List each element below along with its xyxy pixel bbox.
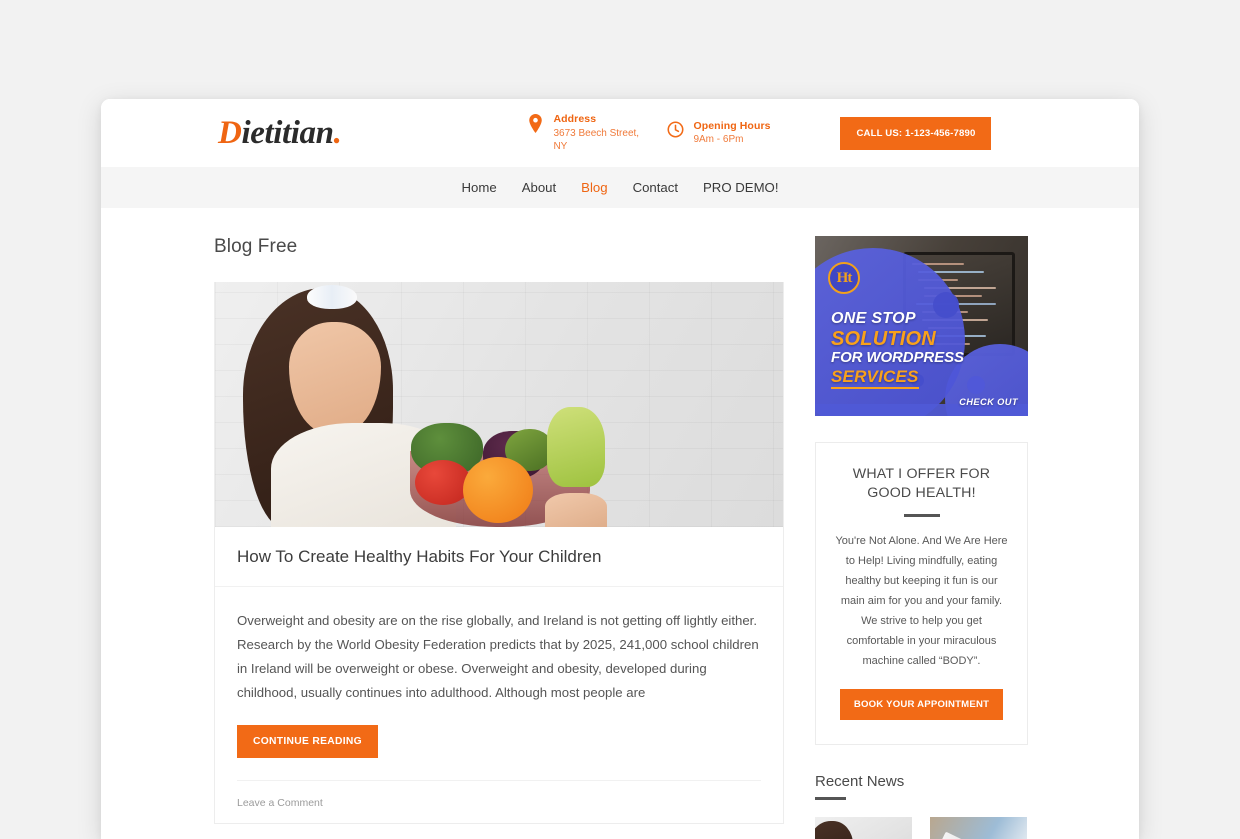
nav-item-pro-demo[interactable]: PRO DEMO! [703, 180, 778, 195]
ad-headline-line-4: SERVICES [831, 367, 919, 390]
photo-celery [547, 407, 605, 487]
nav-item-home[interactable]: Home [462, 180, 497, 195]
ad-headline-line-3: FOR WORDPRESS [831, 349, 964, 367]
header-address-block: Address 3673 Beech Street, NY [527, 112, 645, 153]
ad-headline-line-2: SOLUTION [831, 327, 936, 350]
header-hours-block: Opening Hours 9Am - 6Pm [667, 119, 787, 147]
map-pin-icon [527, 114, 544, 134]
ad-banner-wordpress-services[interactable]: Ht ONE STOP SOLUTION FOR WORDPRESS SERVI… [815, 236, 1028, 416]
browser-window: Dietitian. Address 3673 Beech Street, NY… [101, 99, 1139, 839]
photo-hand [545, 493, 607, 527]
post-body: Overweight and obesity are on the rise g… [215, 587, 783, 823]
recent-news-separator [815, 797, 846, 801]
address-label: Address [553, 113, 597, 126]
nav-item-contact[interactable]: Contact [633, 180, 678, 195]
post-title-wrap: How To Create Healthy Habits For Your Ch… [215, 527, 783, 588]
post-featured-image[interactable] [215, 282, 783, 527]
recent-news-heading: Recent News [815, 773, 905, 791]
blog-post-card: How To Create Healthy Habits For Your Ch… [214, 282, 784, 825]
offer-widget-heading: WHAT I OFFER FOR GOOD HEALTH! [852, 466, 991, 502]
sidebar: Ht ONE STOP SOLUTION FOR WORDPRESS SERVI… [815, 236, 1028, 839]
photo-girl-face [289, 322, 381, 434]
post-title[interactable]: How To Create Healthy Habits For Your Ch… [237, 546, 761, 568]
recent-news-grid [815, 817, 1028, 839]
ad-brand-logo-icon: Ht [828, 262, 860, 294]
ad-headline-line-1: ONE STOP [831, 310, 916, 327]
photo-girl-hair-bow [307, 285, 357, 309]
nav-item-about[interactable]: About [522, 180, 556, 195]
post-excerpt: Overweight and obesity are on the rise g… [237, 613, 759, 701]
ad-check-out-button[interactable]: CHECK OUT [959, 397, 1018, 407]
hours-label: Opening Hours [693, 120, 771, 133]
nav-item-blog[interactable]: Blog [581, 180, 607, 195]
main-navigation: Home About Blog Contact PRO DEMO! [101, 167, 1139, 208]
ad-text-block: ONE STOP SOLUTION FOR WORDPRESS SERVICES [831, 310, 1007, 390]
offer-widget-separator [903, 514, 940, 518]
recent-news-widget: Recent News [815, 773, 1028, 839]
offer-widget: WHAT I OFFER FOR GOOD HEALTH! You're Not… [815, 442, 1028, 746]
logo-accent-dot: . [333, 114, 342, 151]
ad-logo-monogram: Ht [836, 269, 853, 286]
continue-reading-button[interactable]: CONTINUE READING [237, 725, 378, 759]
site-logo[interactable]: Dietitian. [218, 114, 342, 152]
page-body: Blog Free How To Create Healthy Habits F… [101, 208, 1139, 839]
content-column: Blog Free How To Create Healthy Habits F… [214, 236, 784, 839]
call-us-button[interactable]: CALL US: 1-123-456-7890 [840, 116, 992, 150]
address-value: 3673 Beech Street, NY [553, 127, 640, 153]
logo-accent-letter: D [218, 114, 242, 151]
leave-a-comment-link[interactable]: Leave a Comment [237, 797, 323, 809]
photo-orange-pepper [463, 457, 533, 523]
photo-red-pepper [415, 460, 471, 505]
address-text: Address 3673 Beech Street, NY [553, 112, 645, 153]
site-header: Dietitian. Address 3673 Beech Street, NY… [101, 99, 1139, 167]
page-title: Blog Free [214, 236, 298, 257]
clock-icon [667, 121, 684, 140]
offer-widget-text: You're Not Alone. And We Are Here to Hel… [835, 535, 1008, 668]
logo-text: ietitian [241, 114, 334, 151]
hours-value: 9Am - 6Pm [693, 134, 744, 146]
hours-text: Opening Hours 9Am - 6Pm [693, 119, 770, 147]
recent-news-thumbnail-1[interactable] [815, 817, 912, 839]
post-footer: Leave a Comment [237, 780, 761, 823]
recent-news-thumbnail-2[interactable] [930, 817, 1027, 839]
book-appointment-button[interactable]: BOOK YOUR APPOINTMENT [839, 689, 1004, 721]
